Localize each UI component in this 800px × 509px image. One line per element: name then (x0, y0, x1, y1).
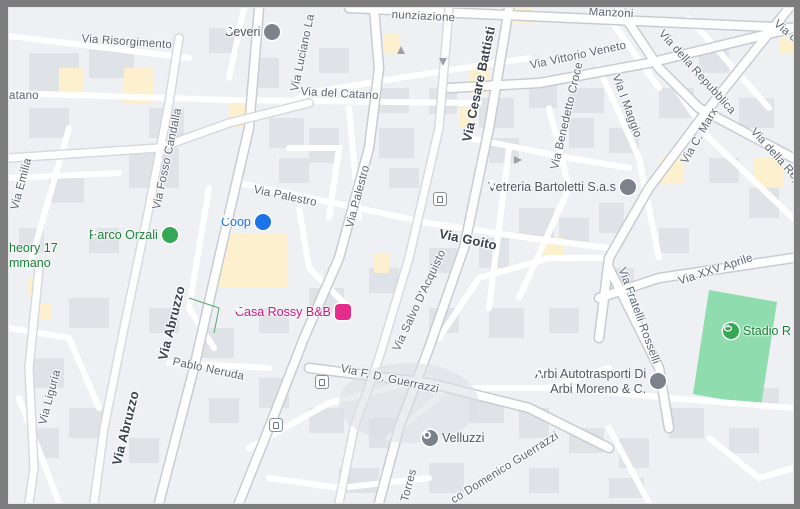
place-pin-icon (536, 368, 667, 389)
place-label-line2: mmano (9, 256, 51, 270)
place-parco-orzali[interactable]: Parco Orzali (89, 227, 178, 243)
place-label: Stadio R (743, 324, 791, 338)
street-label-manzoni: Manzoni (588, 7, 634, 21)
map-canvas[interactable]: Via Risorgimento Via Luciano La nunziazi… (8, 7, 794, 504)
place-casa-rossy[interactable]: Casa Rossy B&B (235, 304, 351, 320)
place-label: Vetreria Bartoletti S.a.s (488, 180, 616, 194)
place-label: Arbi Autotrasporti Di Arbi Moreno & C. (535, 367, 646, 397)
place-stadio[interactable]: Stadio R (723, 323, 791, 339)
place-pin-icon (422, 430, 438, 446)
bus-stop-icon[interactable] (269, 418, 283, 432)
tree-icon (90, 227, 178, 243)
place-label: Velluzzi (442, 431, 485, 445)
place-label: Casa Rossy B&B (235, 305, 331, 319)
shopping-cart-icon (222, 214, 271, 230)
place-label-line1: heory 17 (9, 241, 58, 255)
place-severi[interactable]: Severi (225, 24, 281, 40)
place-velluzzi[interactable]: Velluzzi (422, 430, 484, 446)
place-label-line1: Arbi Autotrasporti Di (535, 367, 647, 381)
place-vetreria[interactable]: Vetreria Bartoletti S.a.s (488, 179, 636, 195)
stadium-icon (723, 323, 739, 339)
bed-icon (236, 304, 351, 320)
bus-stop-icon[interactable] (315, 375, 329, 389)
place-coop[interactable]: Coop (221, 214, 271, 230)
place-label-line2: Arbi Moreno & C. (550, 382, 647, 396)
place-label: Parco Orzali (89, 228, 158, 242)
map-frame: Via Risorgimento Via Luciano La nunziazi… (0, 0, 800, 509)
place-pin-icon (226, 24, 281, 40)
bus-stop-icon[interactable] (433, 192, 447, 206)
place-arbi[interactable]: Arbi Autotrasporti Di Arbi Moreno & C. (535, 367, 667, 397)
place-theory[interactable]: heory 17 mmano (9, 241, 58, 271)
place-label: heory 17 mmano (9, 241, 58, 271)
place-pin-icon (489, 179, 636, 195)
street-label-catano-left: atano (9, 90, 39, 102)
